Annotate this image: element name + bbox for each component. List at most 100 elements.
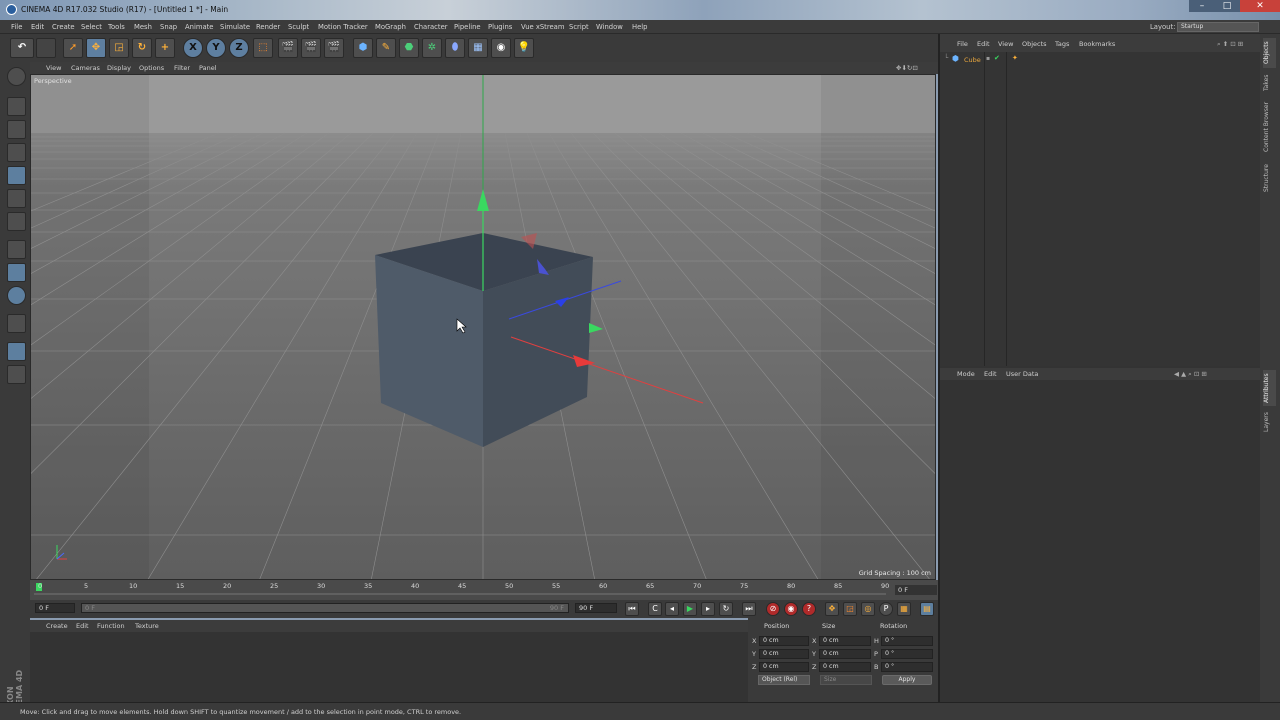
- enabled-check-icon[interactable]: ✔: [994, 54, 1000, 62]
- pen-spline-button[interactable]: ✎: [376, 38, 396, 58]
- make-editable-button[interactable]: [7, 67, 26, 86]
- om-menu-view[interactable]: View: [998, 40, 1013, 48]
- menu-pipeline[interactable]: Pipeline: [454, 23, 481, 31]
- go-to-next-key-button[interactable]: ↻: [719, 602, 733, 616]
- snap-button[interactable]: [7, 286, 26, 305]
- viewport-menu-panel[interactable]: Panel: [199, 64, 217, 72]
- menu-mesh[interactable]: Mesh: [134, 23, 152, 31]
- coordinate-mode-dropdown[interactable]: Object (Rel): [758, 675, 810, 685]
- camera-button[interactable]: ◉: [491, 38, 511, 58]
- menu-file[interactable]: File: [11, 23, 22, 31]
- om-menu-tags[interactable]: Tags: [1055, 40, 1069, 48]
- size-mode-dropdown[interactable]: Size: [820, 675, 872, 685]
- texture-mode-button[interactable]: [7, 120, 26, 139]
- position-x-field[interactable]: 0 cm: [759, 636, 809, 646]
- position-z-field[interactable]: 0 cm: [759, 662, 809, 672]
- tab-attributes[interactable]: Attributes: [1263, 370, 1276, 406]
- viewport-menu-options[interactable]: Options: [139, 64, 164, 72]
- viewport-navigation-icons[interactable]: ✥⬇↻⊡: [896, 64, 918, 72]
- tab-structure[interactable]: Structure: [1263, 160, 1276, 196]
- phong-tag-icon[interactable]: ✦: [1012, 54, 1018, 62]
- menu-window[interactable]: Window: [596, 23, 623, 31]
- record-active-button[interactable]: ⊘: [766, 602, 780, 616]
- menu-snap[interactable]: Snap: [160, 23, 177, 31]
- floor-button[interactable]: ▦: [468, 38, 488, 58]
- step-forward-button[interactable]: ▸: [701, 602, 715, 616]
- axis-mode-button[interactable]: [7, 240, 26, 259]
- menu-sculpt[interactable]: Sculpt: [288, 23, 309, 31]
- am-navigation-icons[interactable]: ◀ ▲ ⌕ ⊡ ⊞: [1174, 370, 1207, 379]
- z-axis-lock-button[interactable]: Z: [229, 38, 249, 58]
- array-button[interactable]: ✲: [422, 38, 442, 58]
- menu-animate[interactable]: Animate: [185, 23, 213, 31]
- menu-tools[interactable]: Tools: [108, 23, 125, 31]
- go-to-end-button[interactable]: ⏭: [742, 602, 756, 616]
- deformer-button[interactable]: ⬮: [445, 38, 465, 58]
- rotation-h-field[interactable]: 0 °: [881, 636, 933, 646]
- position-y-field[interactable]: 0 cm: [759, 649, 809, 659]
- recent-tools-button[interactable]: +: [155, 38, 175, 58]
- redo-button[interactable]: [36, 38, 56, 58]
- tweak-mode-button[interactable]: [7, 263, 26, 282]
- model-mode-button[interactable]: [7, 97, 26, 116]
- coordinate-system-button[interactable]: ⬚: [253, 38, 273, 58]
- cube-object-button[interactable]: ⬢: [353, 38, 373, 58]
- subdivision-surface-button[interactable]: ⬣: [399, 38, 419, 58]
- material-manager-area[interactable]: [30, 632, 748, 702]
- menu-simulate[interactable]: Simulate: [220, 23, 250, 31]
- menu-help[interactable]: Help: [632, 23, 648, 31]
- material-menu-texture[interactable]: Texture: [135, 622, 159, 630]
- menu-mograph[interactable]: MoGraph: [375, 23, 406, 31]
- polygons-mode-button[interactable]: [7, 212, 26, 231]
- viewport-scene[interactable]: [31, 75, 936, 580]
- scale-tool-button[interactable]: ◲: [109, 38, 129, 58]
- viewport-menu-cameras[interactable]: Cameras: [71, 64, 100, 72]
- timeline-ruler[interactable]: 0 5 10 15 20 25 30 35 40 45 50 55 60 65 …: [30, 580, 938, 600]
- live-selection-button[interactable]: ➚: [63, 38, 83, 58]
- undo-button[interactable]: ↶: [10, 38, 34, 58]
- minimize-button[interactable]: –: [1189, 0, 1215, 12]
- layout-dropdown[interactable]: Startup: [1177, 22, 1259, 32]
- om-menu-file[interactable]: File: [957, 40, 968, 48]
- end-frame-field[interactable]: 90 F: [575, 603, 617, 613]
- apply-button[interactable]: Apply: [882, 675, 932, 685]
- current-frame-field[interactable]: 0 F: [895, 585, 937, 595]
- om-search-icons[interactable]: ⌕ ⬆ ⊡ ⊞: [1217, 40, 1243, 49]
- workplane-mode-button[interactable]: [7, 143, 26, 162]
- workplane-lock-button[interactable]: [7, 342, 26, 361]
- preview-range-slider[interactable]: 0 F 90 F: [81, 603, 569, 613]
- material-menu-function[interactable]: Function: [97, 622, 125, 630]
- key-rotation-button[interactable]: ◎: [861, 602, 875, 616]
- menu-script[interactable]: Script: [569, 23, 589, 31]
- perspective-viewport[interactable]: Perspective Grid Spacing : 100 cm: [30, 74, 936, 580]
- am-menu-edit[interactable]: Edit: [984, 370, 997, 378]
- menu-motion-tracker[interactable]: Motion Tracker: [318, 23, 368, 31]
- go-to-previous-key-button[interactable]: C: [648, 602, 662, 616]
- key-pla-button[interactable]: ▦: [897, 602, 911, 616]
- material-menu-create[interactable]: Create: [46, 622, 68, 630]
- menu-character[interactable]: Character: [414, 23, 448, 31]
- viewport-menu-display[interactable]: Display: [107, 64, 131, 72]
- key-scale-button[interactable]: ◲: [843, 602, 857, 616]
- size-x-field[interactable]: 0 cm: [819, 636, 871, 646]
- light-button[interactable]: 💡: [514, 38, 534, 58]
- am-menu-mode[interactable]: Mode: [957, 370, 975, 378]
- viewport-menu-view[interactable]: View: [46, 64, 61, 72]
- om-menu-bookmarks[interactable]: Bookmarks: [1079, 40, 1115, 48]
- play-button[interactable]: ▶: [683, 602, 697, 616]
- tab-content-browser[interactable]: Content Browser: [1263, 98, 1276, 156]
- menu-create[interactable]: Create: [52, 23, 75, 31]
- keyframe-selection-button[interactable]: ?: [802, 602, 816, 616]
- autokeying-button[interactable]: ◉: [784, 602, 798, 616]
- menu-select[interactable]: Select: [81, 23, 102, 31]
- am-menu-user-data[interactable]: User Data: [1006, 370, 1038, 378]
- points-mode-button[interactable]: [7, 166, 26, 185]
- tab-takes[interactable]: Takes: [1263, 72, 1276, 94]
- render-picture-viewer-button[interactable]: 🎬: [301, 38, 321, 58]
- tab-objects[interactable]: Objects: [1263, 38, 1276, 68]
- maximize-button[interactable]: □: [1214, 0, 1240, 12]
- attribute-manager-body[interactable]: [940, 380, 1262, 702]
- key-position-button[interactable]: ✥: [825, 602, 839, 616]
- workplane-axis-button[interactable]: [7, 365, 26, 384]
- size-y-field[interactable]: 0 cm: [819, 649, 871, 659]
